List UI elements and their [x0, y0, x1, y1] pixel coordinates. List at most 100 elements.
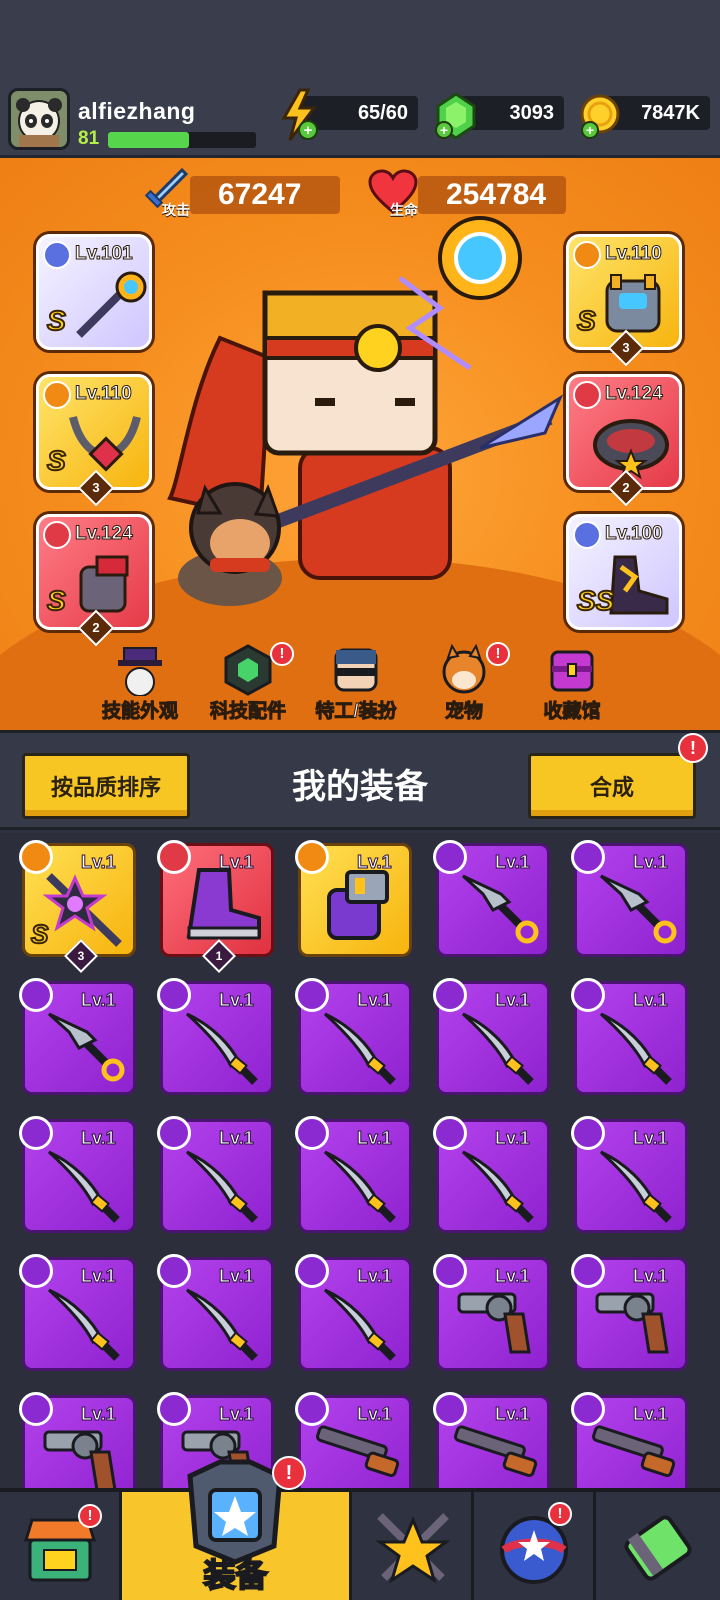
inventory-item-katana[interactable]: Lv.1 [19, 1116, 136, 1233]
agent-outfit-icon [334, 648, 378, 692]
gem-icon: + [435, 92, 476, 140]
svg-text:+: + [304, 122, 313, 139]
menu-label: 宠物 [444, 701, 483, 723]
katana-icon [323, 1012, 396, 1085]
rarity-mark: S [46, 444, 67, 477]
katana-icon [47, 1150, 120, 1223]
nav-battle-tab[interactable] [352, 1492, 474, 1600]
inventory-item-revolver[interactable]: Lv.1 [19, 1392, 136, 1488]
inventory-item-katana[interactable]: Lv.1 [295, 978, 412, 1095]
nav-lab-tab[interactable] [596, 1492, 720, 1600]
inventory-item-shotgun[interactable]: Lv.1 [295, 1392, 412, 1488]
nav-shop-tab[interactable]: ! [0, 1492, 122, 1600]
katana-icon [185, 1012, 258, 1085]
rarity-mark: S [46, 584, 67, 617]
rarity-mark: S [46, 304, 67, 337]
inventory-item-katana[interactable]: Lv.1 [571, 978, 688, 1095]
equipped-necklace-slot[interactable]: Lv.110 S 3 [36, 374, 152, 507]
inventory-item-revolver[interactable]: Lv.1 [433, 1254, 550, 1371]
slot-level: Lv.124 [75, 523, 134, 545]
collection-chest-icon [550, 650, 594, 692]
player-avatar[interactable] [8, 88, 70, 150]
slot-level: Lv.110 [605, 243, 663, 265]
menu-pet[interactable]: ! 宠物 [414, 642, 514, 730]
inventory-item-katana[interactable]: Lv.1 [157, 978, 274, 1095]
kunai-icon [461, 874, 539, 944]
katana-icon [461, 1012, 534, 1085]
boots-type-icon [573, 521, 601, 549]
equipped-weapon-slot[interactable]: Lv.101 S [36, 234, 152, 350]
hero-character-illustration [167, 216, 564, 606]
katana-icon [185, 1150, 258, 1223]
inventory-item-revolver[interactable]: Lv.1 [571, 1254, 688, 1371]
panda-avatar-icon [16, 98, 62, 147]
inventory-item-shotgun[interactable]: Lv.1 [571, 1392, 688, 1488]
katana-icon [461, 1150, 534, 1223]
inventory-item-katana[interactable]: Lv.1 [157, 1254, 274, 1371]
menu-tech-parts[interactable]: ! 科技配件 [198, 642, 298, 730]
belt-type-icon [573, 381, 601, 409]
hero-panel: 67247 攻击 254784 生命 Lv.101 S Lv.110 S 3 L… [0, 158, 720, 730]
tech-parts-alert-badge: ! [270, 642, 294, 666]
inventory-item-katana[interactable]: Lv.1 [433, 1116, 550, 1233]
kunai-icon [599, 874, 677, 944]
equipment-alert-badge: ! [272, 1456, 306, 1490]
inventory-item-kunai[interactable]: Lv.1 [19, 978, 136, 1095]
slot-level: Lv.110 [75, 383, 133, 405]
skill-skin-icon [118, 647, 162, 696]
tech-parts-icon [224, 644, 272, 696]
menu-label: 科技配件 [209, 701, 286, 723]
slot-level: Lv.101 [75, 243, 134, 265]
revolver-icon [43, 1430, 117, 1488]
necklace-type-icon [43, 381, 71, 409]
energy-icon: + [281, 88, 318, 141]
xp-bar [108, 132, 256, 148]
equipped-gloves-slot[interactable]: Lv.124 S 2 [36, 514, 152, 647]
menu-agent-outfit[interactable]: 特工/装扮 [306, 644, 406, 730]
inventory-item-kunai[interactable]: Lv.1 [571, 840, 688, 957]
menu-label: 特工/装扮 [315, 701, 397, 723]
inventory-item-katana[interactable]: Lv.1 [295, 1116, 412, 1233]
slot-level: Lv.124 [605, 383, 664, 405]
equipped-armor-slot[interactable]: Lv.110 S 3 [566, 234, 682, 367]
equipped-belt-slot[interactable]: Lv.124 2 [566, 374, 682, 507]
svg-text:+: + [440, 122, 448, 138]
equipment-header: 按品质排序 我的装备 合成 ! [0, 730, 720, 830]
menu-skill-skin[interactable]: 技能外观 [90, 644, 190, 730]
equipped-boots-slot[interactable]: Lv.100 SS [566, 514, 682, 630]
katana-icon [185, 1288, 258, 1361]
merge-button[interactable]: 合成 [528, 753, 696, 819]
nav-equipment-label: 装备 [202, 1556, 268, 1594]
sort-by-quality-button[interactable]: 按品质排序 [22, 753, 190, 819]
magic-staff-icon [76, 271, 147, 338]
inventory-item-katana[interactable]: Lv.1 [571, 1116, 688, 1233]
gauntlet-item-icon [327, 870, 389, 940]
coin-icon: + [580, 94, 620, 139]
my-equipment-title: 我的装备 [292, 768, 428, 806]
inventory-item-katana[interactable]: Lv.1 [295, 1254, 412, 1371]
gem-value: 3093 [509, 101, 555, 124]
inventory-item-gauntlet[interactable]: Lv.1 [295, 840, 412, 957]
nav-events-tab[interactable]: ! [474, 1492, 596, 1600]
inventory-item-star-weapon[interactable]: Lv.1 S 3 [19, 840, 136, 973]
gauntlet-icon [79, 555, 129, 613]
katana-icon [323, 1150, 396, 1223]
inventory-item-boots[interactable]: Lv.1 1 [157, 840, 274, 973]
inventory-item-shotgun[interactable]: Lv.1 [433, 1392, 550, 1488]
inventory-item-katana[interactable]: Lv.1 [19, 1254, 136, 1371]
shop-alert-badge: ! [78, 1504, 102, 1528]
xp-bar-fill [108, 132, 190, 148]
player-level: 81 [78, 128, 100, 149]
feature-menu: 技能外观 ! 科技配件 特工/装扮 ! 宠物 收藏馆 [90, 642, 630, 730]
menu-collection[interactable]: 收藏馆 [522, 644, 622, 730]
inventory-grid: Lv.1 S 3 Lv.1 1 Lv.1 Lv.1 Lv.1 Lv.1 Lv.1 Lv.1 Lv.1 L… [0, 833, 720, 1488]
kunai-icon [47, 1012, 125, 1082]
shotgun-icon [316, 1425, 400, 1478]
nav-equipment-tab[interactable]: ! 装备 [122, 1456, 352, 1600]
inventory-item-katana[interactable]: Lv.1 [157, 1116, 274, 1233]
svg-text:+: + [586, 122, 594, 138]
revolver-icon [457, 1292, 531, 1354]
inventory-item-katana[interactable]: Lv.1 [433, 978, 550, 1095]
katana-icon [599, 1012, 672, 1085]
inventory-item-kunai[interactable]: Lv.1 [433, 840, 550, 957]
